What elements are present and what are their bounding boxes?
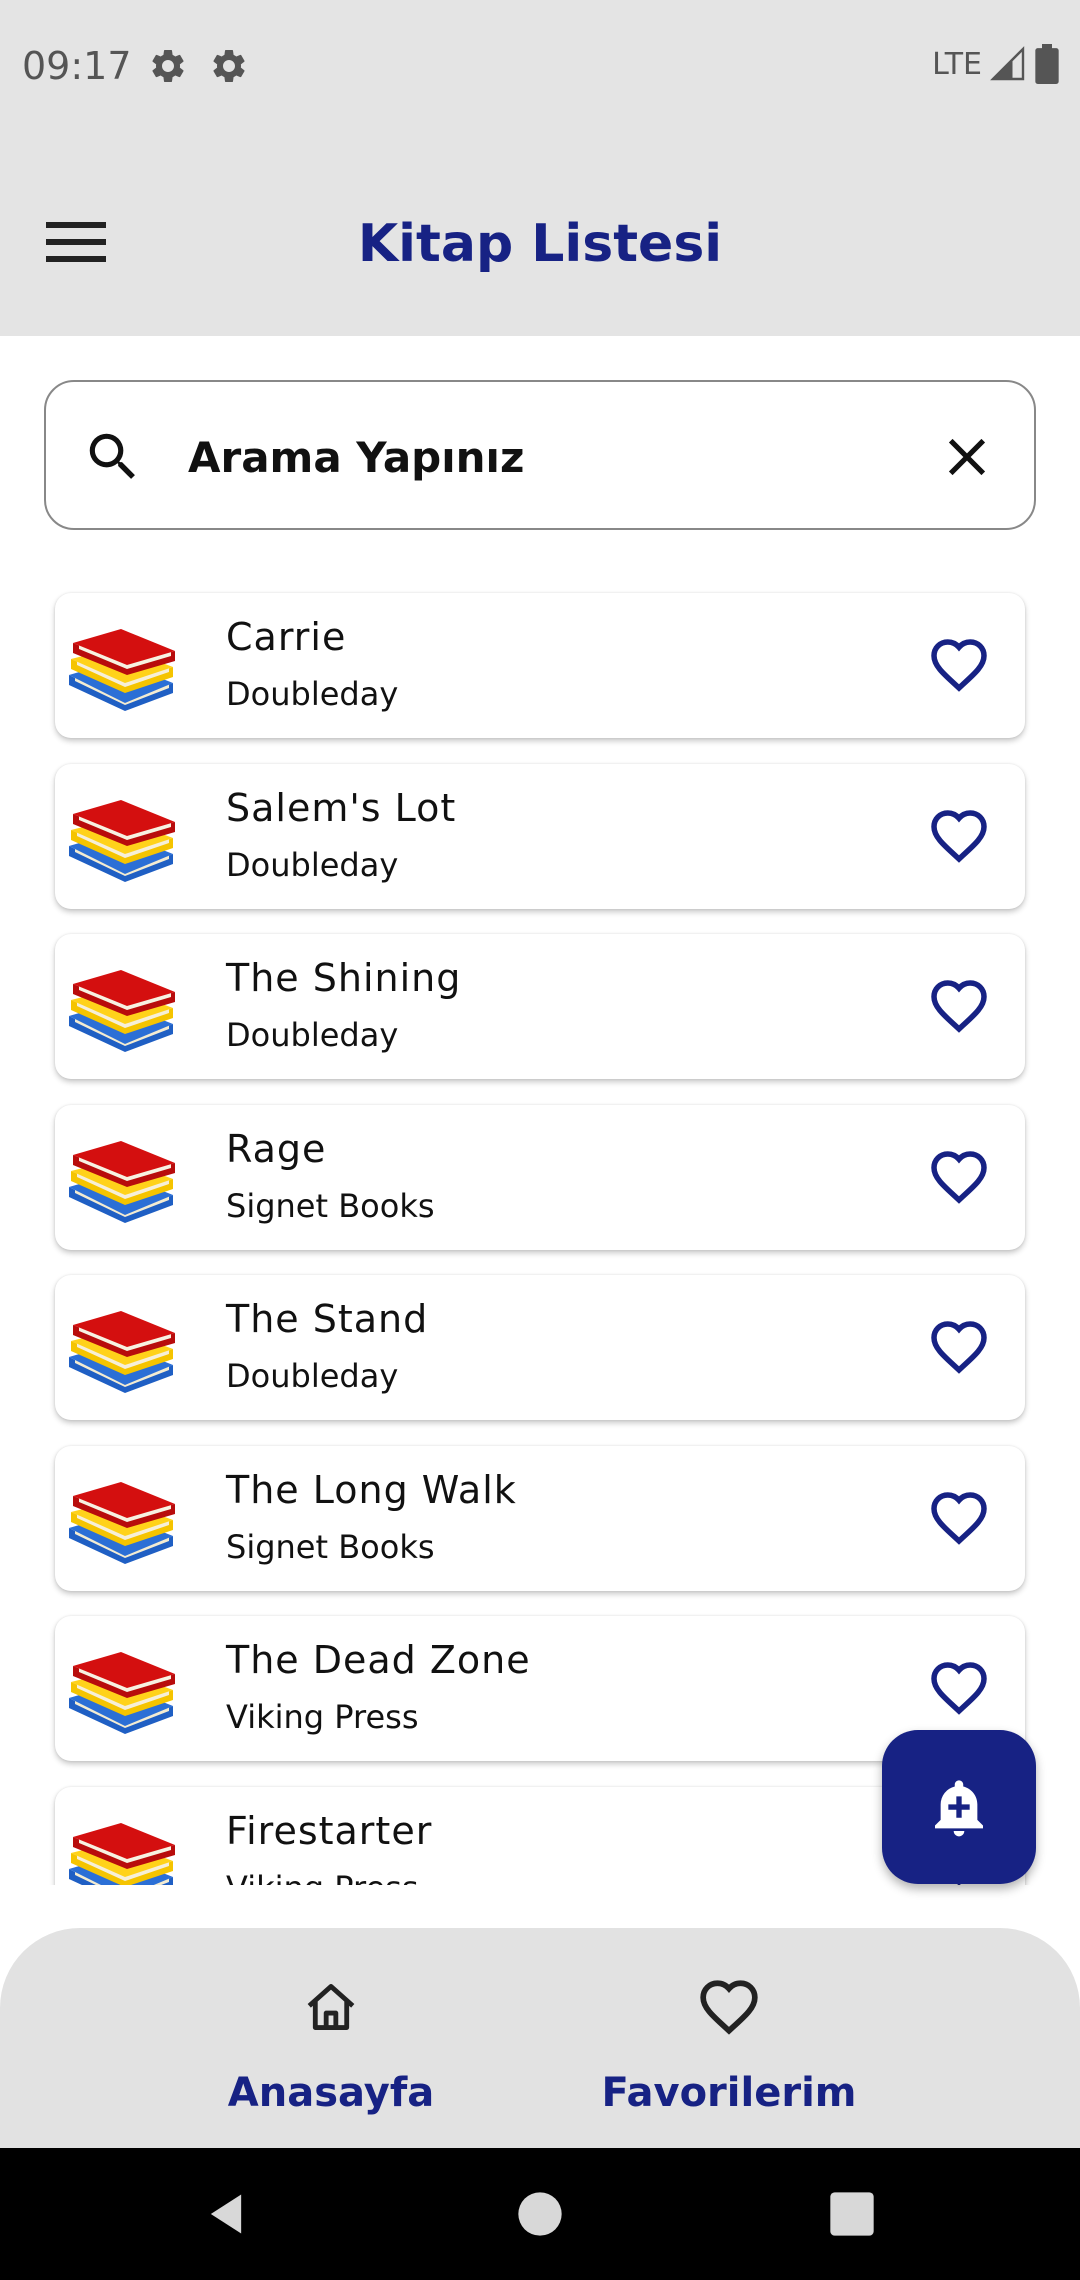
nav-label-home: Anasayfa <box>227 2070 435 2116</box>
books-icon <box>69 799 175 882</box>
bottom-navigation: Anasayfa Favorilerim <box>0 1928 1080 2148</box>
gear-icon <box>213 49 245 82</box>
heart-outline-icon[interactable] <box>929 1319 989 1375</box>
book-title: The Long Walk <box>226 1467 517 1512</box>
recents-icon[interactable] <box>826 2188 878 2240</box>
book-publisher: Doubleday <box>226 1357 399 1395</box>
books-icon <box>69 1481 175 1564</box>
book-title: Rage <box>226 1126 327 1171</box>
battery-icon <box>1035 44 1059 84</box>
heart-outline-icon[interactable] <box>929 637 989 693</box>
status-time: 09:17 <box>22 44 132 88</box>
heart-outline-icon[interactable] <box>929 1490 989 1546</box>
search-box <box>44 380 1036 530</box>
book-card[interactable]: Salem's Lot Doubleday <box>55 763 1025 909</box>
book-title: The Stand <box>226 1297 429 1341</box>
app-bar: Kitap Listesi <box>0 134 1080 336</box>
nav-item-home[interactable]: Anasayfa <box>181 1978 481 2128</box>
heart-outline-icon[interactable] <box>929 1149 989 1205</box>
home-icon <box>307 1984 355 2030</box>
books-icon <box>69 1140 175 1223</box>
network-type: LTE <box>932 46 982 82</box>
signal-icon <box>990 46 1025 81</box>
book-publisher: Doubleday <box>226 1016 399 1054</box>
page-title: Kitap Listesi <box>357 214 723 274</box>
books-icon <box>69 970 175 1052</box>
close-icon[interactable] <box>936 426 998 488</box>
book-title: The Dead Zone <box>226 1638 531 1682</box>
book-publisher: Viking Press <box>226 1698 419 1736</box>
search-icon <box>89 433 135 479</box>
home-circle-icon[interactable] <box>514 2188 566 2240</box>
heart-outline-icon[interactable] <box>929 978 989 1034</box>
book-title: The Shining <box>226 956 462 1000</box>
book-publisher: Doubleday <box>226 675 399 713</box>
book-publisher: Viking Press <box>226 1869 418 1886</box>
books-icon <box>69 629 175 711</box>
status-indicators: LTE <box>932 44 1060 84</box>
books-icon <box>69 1652 175 1734</box>
book-card[interactable]: Firestarter Viking Press <box>55 1786 1025 1886</box>
search-input[interactable] <box>188 412 928 502</box>
book-card[interactable]: The Dead Zone Viking Press <box>55 1616 1025 1761</box>
book-list: Carrie Doubleday Salem's Lot Doubleday T… <box>0 560 1080 1885</box>
book-title: Firestarter <box>226 1808 433 1853</box>
book-card[interactable]: Rage Signet Books <box>55 1104 1025 1250</box>
nav-label-favorites: Favorilerim <box>601 2070 857 2116</box>
status-bar: 09:17 LTE <box>0 0 1080 134</box>
back-icon[interactable] <box>200 2188 252 2240</box>
add-alert-icon <box>935 1780 983 1837</box>
heart-outline-icon[interactable] <box>929 1660 989 1716</box>
book-publisher: Signet Books <box>226 1527 435 1566</box>
book-title: Carrie <box>226 615 347 659</box>
gear-icon <box>152 49 184 82</box>
add-alert-button[interactable] <box>882 1730 1036 1884</box>
books-icon <box>69 1311 175 1393</box>
book-title: Salem's Lot <box>226 785 457 830</box>
book-card[interactable]: The Stand Doubleday <box>55 1275 1025 1420</box>
system-navigation-bar <box>0 2148 1080 2280</box>
heart-outline-icon[interactable] <box>929 808 989 864</box>
nav-item-favorites[interactable]: Favorilerim <box>579 1978 879 2128</box>
book-card[interactable]: The Long Walk Signet Books <box>55 1445 1025 1591</box>
books-icon <box>69 1822 175 1885</box>
book-publisher: Doubleday <box>226 845 399 884</box>
book-publisher: Signet Books <box>226 1186 435 1225</box>
book-card[interactable]: Carrie Doubleday <box>55 593 1025 738</box>
book-card[interactable]: The Shining Doubleday <box>55 934 1025 1079</box>
heart-icon <box>700 1980 758 2035</box>
